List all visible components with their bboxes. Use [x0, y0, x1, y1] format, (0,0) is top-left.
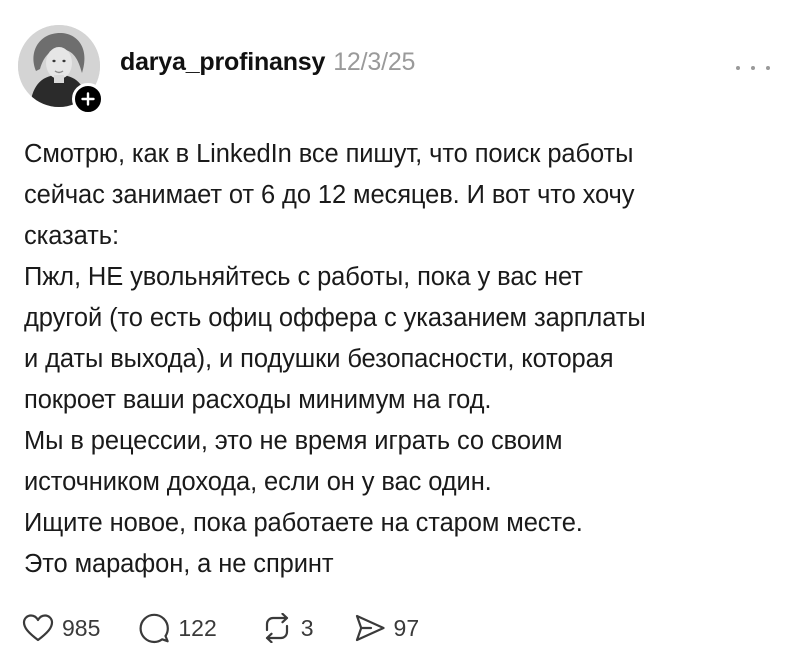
post-text-line: Пжл, НЕ увольняйтесь с работы, пока у ва…: [24, 263, 583, 291]
post-timestamp: 12/3/25: [333, 48, 416, 76]
repost-button[interactable]: 3: [261, 613, 314, 643]
reply-count: 122: [178, 614, 217, 641]
share-count: 97: [393, 614, 420, 641]
post-text-line: Смотрю, как в LinkedIn все пишут, что по…: [24, 140, 634, 168]
speech-bubble-icon: [139, 613, 170, 644]
post-text-line: Мы в рецессии, это не время играть со св…: [24, 427, 563, 455]
avatar-container[interactable]: [18, 25, 104, 115]
repost-count: 3: [300, 614, 314, 641]
reply-button[interactable]: 122: [138, 612, 217, 644]
plus-icon: [81, 92, 95, 106]
more-options-button[interactable]: [736, 58, 770, 78]
post-text-line: сейчас занимает от 6 до 12 месяцев. И во…: [24, 181, 635, 209]
post-header: darya_profinansy 12/3/25: [120, 48, 415, 77]
post-text-line: другой (то есть офиц оффера с указанием …: [24, 304, 646, 332]
send-icon: [355, 614, 385, 642]
follow-button[interactable]: [72, 83, 104, 115]
repost-icon: [265, 613, 288, 643]
post-text-line: Ищите новое, пока работаете на старом ме…: [24, 509, 583, 537]
post-text-line: и даты выхода), и подушки безопасности, …: [24, 345, 614, 373]
post-actions: 985 122 3 97: [22, 610, 419, 646]
post-body: Смотрю, как в LinkedIn все пишут, что по…: [24, 134, 784, 585]
like-count: 985: [62, 614, 101, 641]
post-text-line: источником дохода, если он у вас один.: [24, 468, 492, 496]
like-button[interactable]: 985: [22, 613, 100, 643]
more-dots-icon: [736, 66, 740, 70]
thread-post: darya_profinansy 12/3/25 Смотрю, как в L…: [0, 0, 800, 669]
post-text-line: Это марафон, а не спринт: [24, 550, 334, 578]
post-text-line: сказать:: [24, 222, 119, 250]
heart-icon: [22, 614, 54, 642]
username[interactable]: darya_profinansy: [120, 48, 325, 77]
share-button[interactable]: 97: [354, 613, 420, 643]
post-text-line: покроет ваши расходы минимум на год.: [24, 386, 492, 414]
